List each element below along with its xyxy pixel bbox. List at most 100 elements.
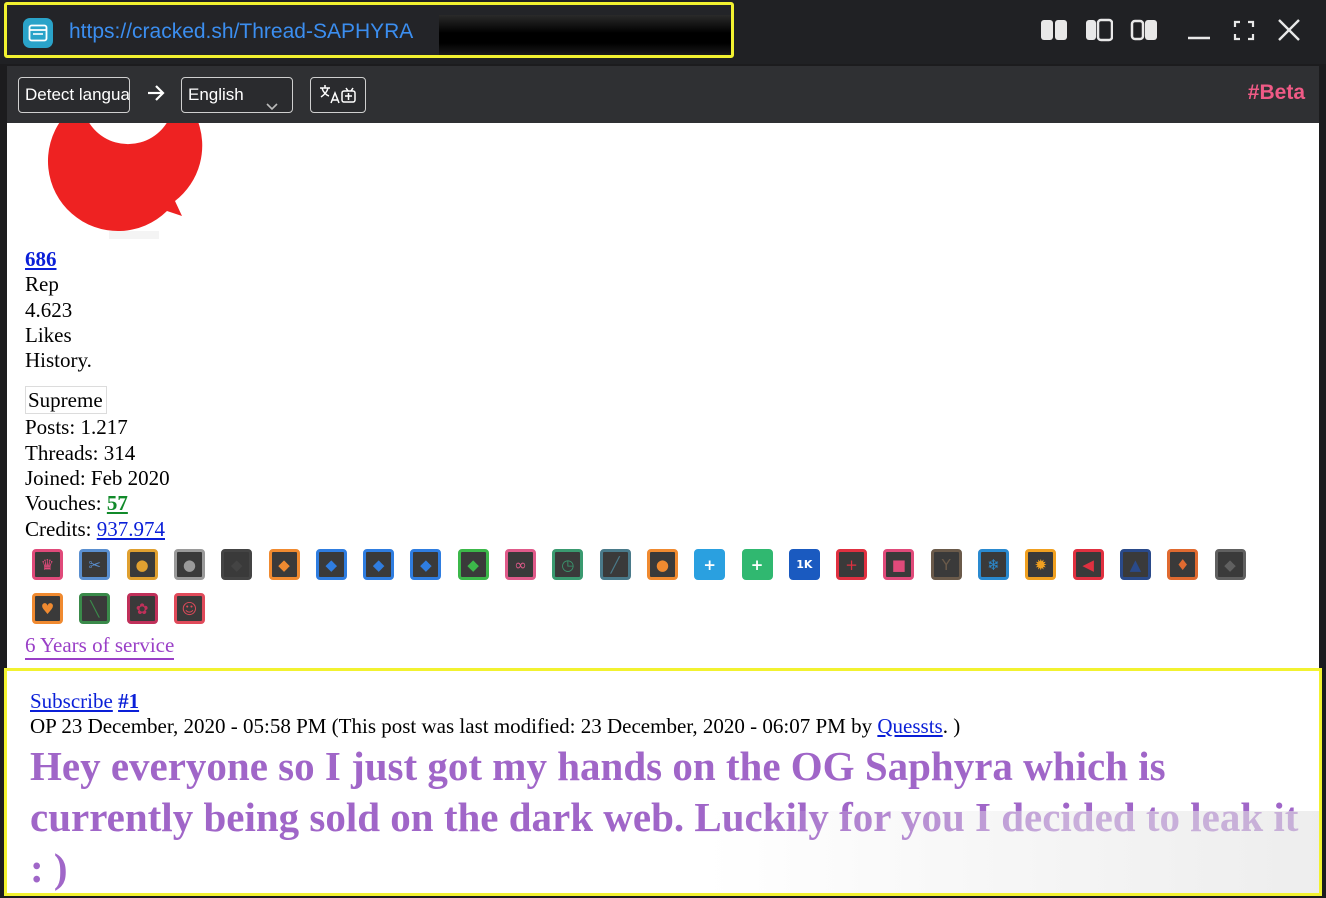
gift-icon-glyph: ■ [891, 555, 906, 574]
user-avatar [47, 123, 247, 254]
history-label: History. [25, 348, 92, 373]
1k-icon-glyph: 1K [796, 558, 813, 571]
arrow-right-icon [147, 83, 165, 108]
medical-shield-icon-glyph: + [845, 555, 858, 574]
redacted-block [439, 15, 731, 55]
vouches-label: Vouches: [25, 491, 102, 516]
translate-toolbar: Detect language English #Beta [7, 66, 1319, 123]
crest-icon-glyph: ♦ [1175, 555, 1190, 574]
window-top-bar: https://cracked.sh/Thread-SAPHYRA [0, 0, 1326, 64]
target-language-label: English [188, 85, 244, 104]
spy-icon-glyph: ▲ [1129, 555, 1142, 574]
gold-coins-icon-glyph: ● [135, 555, 149, 574]
green-diamond-icon-glyph: ◆ [467, 555, 479, 574]
vouches-count: Vouches: 57 [25, 491, 170, 516]
user-profile-panel: 686 Rep 4.623 Likes History. Supreme Pos… [25, 247, 170, 542]
blue-diamond-icon[interactable]: ◆ [410, 549, 442, 580]
source-language-label: Detect language [25, 85, 130, 104]
split-center-icon[interactable] [1085, 18, 1113, 42]
blue-diamond-icon-glyph: ◆ [372, 555, 385, 574]
likes-value: 4.623 [25, 297, 73, 322]
reputation-link[interactable]: 686 [25, 247, 57, 271]
face-scan-icon-glyph: ☺ [181, 599, 198, 618]
flower-icon-glyph: ✿ [135, 599, 149, 618]
thread-post: Subscribe #1 OP 23 December, 2020 - 05:5… [4, 668, 1322, 896]
vouches-link[interactable]: 57 [107, 491, 128, 515]
face-scan-icon[interactable]: ☺ [173, 593, 205, 624]
plus-circle-icon[interactable]: + [741, 549, 773, 580]
plus-circle-icon-glyph: + [750, 555, 764, 574]
silver-coins-icon[interactable]: ● [173, 549, 205, 580]
fullscreen-icon[interactable] [1232, 18, 1256, 42]
snowflake-icon[interactable]: ❄ [978, 549, 1009, 580]
spy-icon[interactable]: ▲ [1119, 549, 1151, 580]
silver-coins-icon-glyph: ● [182, 555, 196, 574]
plus-circle-icon[interactable]: + [694, 549, 726, 580]
joined-label: Joined: [25, 466, 86, 491]
modified-by-link[interactable]: Quessts [877, 714, 942, 738]
medical-shield-icon[interactable]: + [836, 549, 868, 580]
heart-hand-icon[interactable]: ♥ [32, 593, 63, 624]
gold-coins-icon[interactable]: ● [126, 549, 158, 580]
deer-icon[interactable]: Y [930, 549, 962, 580]
chat-bubble-icon[interactable]: ● [646, 549, 678, 580]
gear-sun-icon-glyph: ✹ [1034, 555, 1048, 574]
target-language-select[interactable]: English [181, 77, 293, 113]
credits-label: Credits: [25, 516, 92, 541]
champagne-icon[interactable]: ╲ [79, 593, 111, 624]
deer-icon-glyph: Y [941, 555, 951, 574]
post-meta: OP 23 December, 2020 - 05:58 PM (This po… [30, 714, 960, 739]
syringe-icon[interactable]: ╱ [599, 549, 631, 580]
tools-icon-glyph: ✂ [88, 555, 102, 574]
translate-button[interactable] [310, 77, 366, 113]
minimize-icon[interactable] [1186, 18, 1212, 42]
cube-icon-glyph: ◆ [1224, 555, 1236, 574]
blue-diamond-icon[interactable]: ◆ [363, 549, 395, 580]
orange-diamond-icon-glyph: ◆ [278, 555, 290, 574]
post-number-link[interactable]: #1 [118, 689, 139, 713]
threads-value: 314 [103, 440, 136, 465]
blue-diamond-icon-glyph: ◆ [420, 555, 432, 574]
champagne-icon-glyph: ╲ [90, 599, 100, 618]
1k-icon[interactable]: 1K [788, 549, 820, 580]
stopwatch-icon-glyph: ◷ [561, 555, 575, 574]
green-diamond-icon[interactable]: ◆ [457, 549, 489, 580]
credits-link[interactable]: 937.974 [97, 517, 165, 541]
tools-icon[interactable]: ✂ [79, 549, 111, 580]
plus-circle-icon-glyph: + [703, 555, 716, 574]
gear-sun-icon[interactable]: ✹ [1025, 549, 1057, 580]
throne-icon-glyph: ♛ [40, 555, 55, 574]
source-language-select[interactable]: Detect language [18, 77, 130, 113]
split-right-icon[interactable] [1130, 18, 1158, 42]
beta-label: #Beta [1247, 81, 1305, 104]
throne-icon[interactable]: ♛ [32, 549, 63, 580]
blue-diamond-icon[interactable]: ◆ [315, 549, 347, 580]
white-diamond-icon[interactable]: ◆ [221, 549, 253, 580]
megaphone-icon[interactable]: ◀ [1072, 549, 1104, 580]
chat-bubble-icon-glyph: ● [655, 555, 669, 574]
joined-date: Joined: Feb 2020 [25, 466, 170, 491]
snowflake-icon-glyph: ❄ [987, 555, 1000, 574]
orange-diamond-icon[interactable]: ◆ [268, 549, 300, 580]
infinity-icon-glyph: ∞ [514, 555, 527, 574]
gift-icon[interactable]: ■ [883, 549, 915, 580]
url-text[interactable]: https://cracked.sh/Thread-SAPHYRA [69, 20, 413, 44]
translate-icon [317, 82, 361, 112]
close-icon[interactable] [1277, 18, 1301, 42]
stopwatch-icon[interactable]: ◷ [552, 549, 584, 580]
subscribe-link[interactable]: Subscribe [30, 689, 113, 713]
flower-icon[interactable]: ✿ [126, 593, 158, 624]
user-rank-badge: Supreme [25, 386, 107, 415]
megaphone-icon-glyph: ◀ [1082, 555, 1094, 574]
post-meta-text: OP 23 December, 2020 - 05:58 PM (This po… [30, 714, 878, 738]
infinity-icon[interactable]: ∞ [505, 549, 536, 580]
post-meta-suffix: . ) [942, 714, 961, 738]
split-left-icon[interactable] [1040, 18, 1068, 42]
reputation-label: Rep [25, 272, 59, 297]
years-of-service-link[interactable]: 6 Years of service [25, 633, 175, 660]
crest-icon[interactable]: ♦ [1167, 549, 1199, 580]
chevron-down-icon [266, 90, 278, 112]
cube-icon[interactable]: ◆ [1214, 549, 1246, 580]
address-bar[interactable]: https://cracked.sh/Thread-SAPHYRA [4, 2, 734, 58]
posts-label: Posts: [25, 415, 76, 440]
